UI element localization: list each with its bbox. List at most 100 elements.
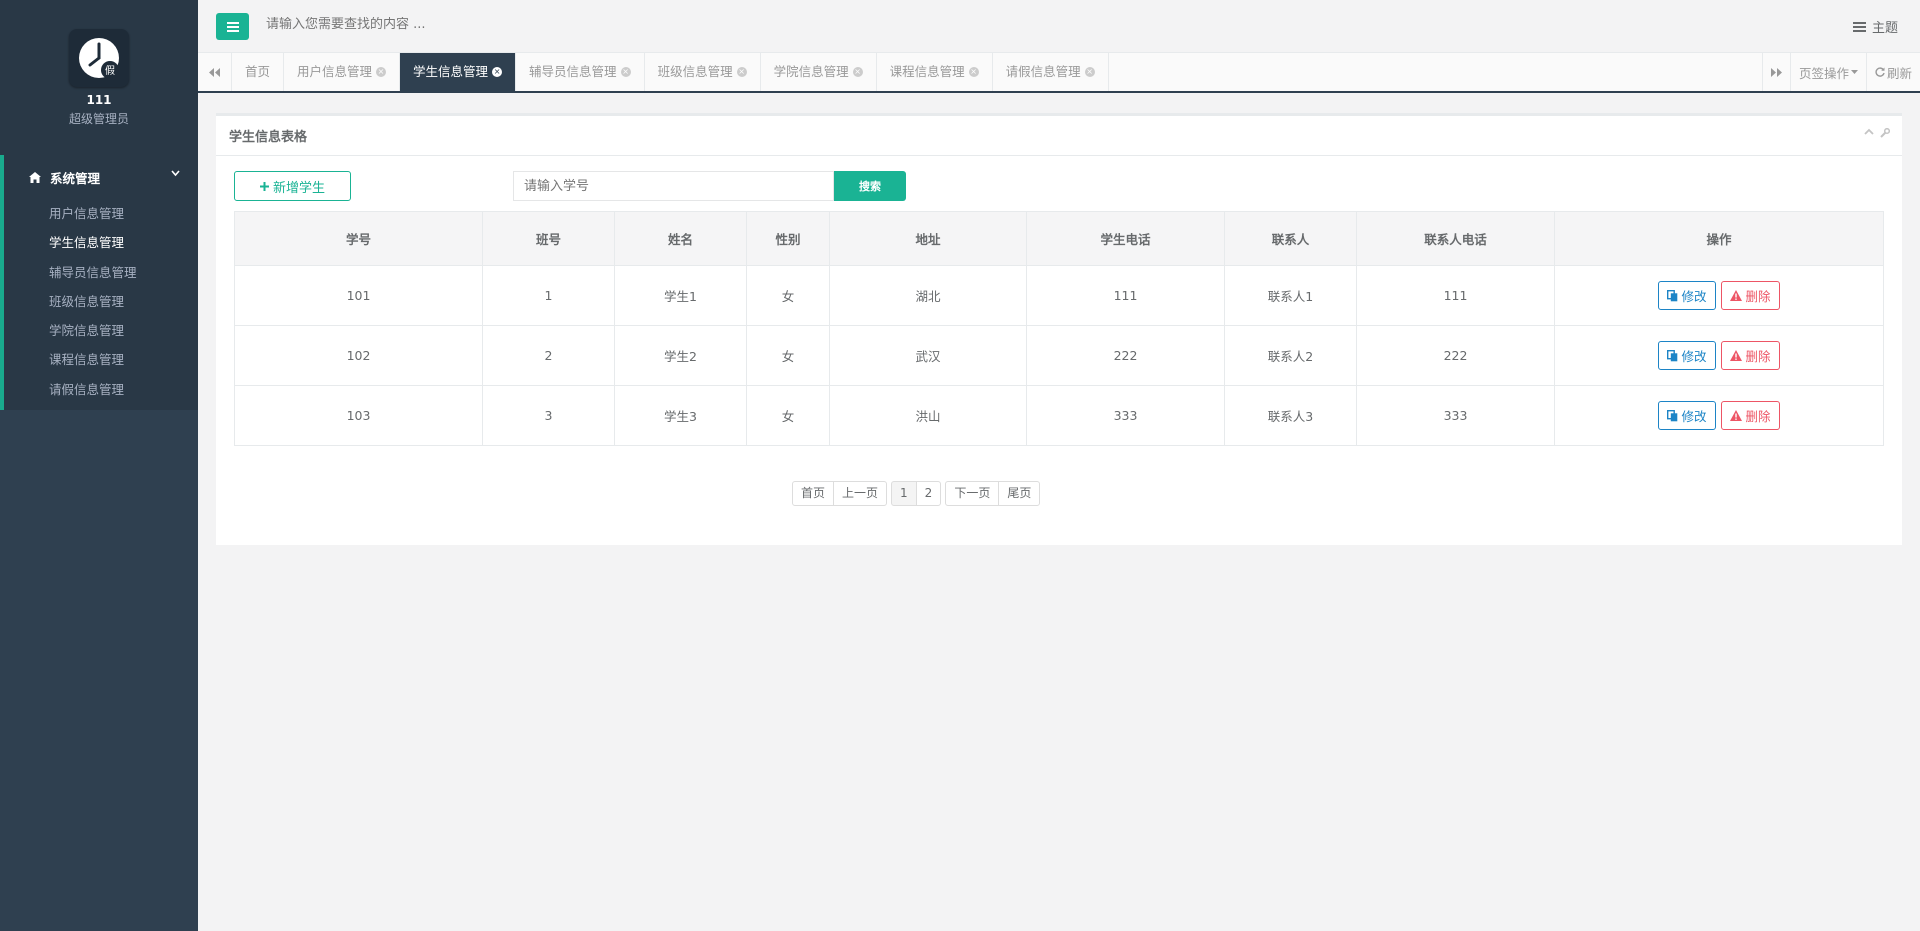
edit-button[interactable]: 修改: [1658, 281, 1716, 310]
copy-icon: [1667, 349, 1678, 361]
tab-leave-info[interactable]: 请假信息管理 ×: [993, 53, 1109, 91]
close-icon[interactable]: ×: [620, 67, 631, 77]
search-button[interactable]: 搜索: [834, 171, 906, 201]
cell-name: 学生1: [614, 265, 747, 326]
logo-glyph: 假: [105, 64, 115, 77]
close-icon[interactable]: ×: [376, 67, 387, 77]
student-table: 学号 班号 姓名 性别 地址 学生电话 联系人 联系人电话 操作 101 1 学…: [234, 211, 1884, 446]
close-icon[interactable]: ×: [1084, 67, 1095, 77]
delete-button[interactable]: 删除: [1721, 281, 1780, 310]
table-header-row: 学号 班号 姓名 性别 地址 学生电话 联系人 联系人电话 操作: [234, 211, 1884, 266]
cell-contact: 联系人1: [1224, 265, 1357, 326]
cell-gender: 女: [746, 325, 830, 386]
cell-address: 武汉: [829, 325, 1027, 386]
tab-label: 首页: [245, 64, 271, 79]
menu-toggle-button[interactable]: [216, 13, 249, 40]
col-contact: 联系人: [1224, 211, 1357, 266]
sidebar-item-college-info[interactable]: 学院信息管理: [4, 316, 198, 345]
delete-button[interactable]: 删除: [1721, 401, 1780, 430]
app-logo[interactable]: 假: [69, 29, 129, 87]
double-chevron-right-icon: [1770, 67, 1782, 77]
home-icon: [29, 171, 41, 183]
refresh-label: 刷新: [1886, 65, 1912, 81]
top-bar: 主题: [198, 0, 1920, 53]
col-class-id: 班号: [482, 211, 615, 266]
warning-icon: [1730, 290, 1743, 301]
refresh-button[interactable]: 刷新: [1865, 53, 1920, 91]
close-icon[interactable]: ×: [736, 67, 747, 77]
tab-course-info[interactable]: 课程信息管理 ×: [877, 53, 993, 91]
tab-class-info[interactable]: 班级信息管理 ×: [645, 53, 761, 91]
page-ops-dropdown[interactable]: 页签操作: [1789, 53, 1866, 91]
nav-submenu: 用户信息管理 学生信息管理 辅导员信息管理 班级信息管理 学院信息管理 课程信息…: [0, 199, 198, 411]
tabs-scroll-right-button[interactable]: [1761, 53, 1790, 91]
edit-button[interactable]: 修改: [1658, 341, 1716, 370]
col-student-id: 学号: [234, 211, 483, 266]
nav-group-system[interactable]: 系统管理: [0, 155, 198, 199]
tab-label: 学院信息管理: [773, 64, 849, 79]
sidebar-item-class-info[interactable]: 班级信息管理: [4, 287, 198, 316]
cell-address: 洪山: [829, 385, 1027, 446]
page-ops-label: 页签操作: [1798, 65, 1849, 81]
plus-icon: [259, 181, 269, 191]
col-student-phone: 学生电话: [1026, 211, 1225, 266]
global-search-input[interactable]: [266, 17, 666, 32]
cell-address: 湖北: [829, 265, 1027, 326]
copy-icon: [1667, 289, 1678, 301]
tabs-scroll-left-button[interactable]: [198, 53, 232, 91]
cell-contact-phone: 333: [1356, 385, 1555, 446]
add-student-button[interactable]: 新增学生: [234, 171, 351, 201]
cell-contact-phone: 111: [1356, 265, 1555, 326]
student-panel: 学生信息表格 新增学生 搜索 学号 班号 姓名 性别 地址 学生电话 联系人 联…: [216, 113, 1902, 545]
delete-label: 删除: [1745, 409, 1771, 424]
clock-icon: 假: [79, 38, 119, 79]
close-icon[interactable]: ×: [968, 67, 979, 77]
sidebar-item-student-info[interactable]: 学生信息管理: [4, 228, 198, 257]
tabs-bar: 首页 用户信息管理 × 学生信息管理 × 辅导员信息管理 × 班级信息管理 × 学院信息…: [198, 53, 1920, 93]
page-first[interactable]: 首页: [792, 481, 835, 506]
cell-name: 学生2: [614, 325, 747, 386]
page-1[interactable]: 1: [891, 481, 917, 506]
panel-title: 学生信息表格: [229, 130, 308, 145]
tab-home[interactable]: 首页: [232, 53, 285, 91]
student-id-search-input[interactable]: [513, 171, 834, 201]
cell-student-phone: 222: [1026, 325, 1225, 386]
tab-student-info[interactable]: 学生信息管理 ×: [400, 53, 517, 91]
cell-gender: 女: [746, 385, 830, 446]
col-name: 姓名: [614, 211, 747, 266]
double-chevron-left-icon: [209, 67, 220, 77]
cell-actions: 修改 删除: [1554, 265, 1884, 326]
col-contact-phone: 联系人电话: [1356, 211, 1555, 266]
tabs: 首页 用户信息管理 × 学生信息管理 × 辅导员信息管理 × 班级信息管理 × 学院信息…: [232, 53, 1109, 91]
tab-college-info[interactable]: 学院信息管理 ×: [761, 53, 877, 91]
user-name[interactable]: 111: [0, 93, 198, 107]
sidebar-item-leave-info[interactable]: 请假信息管理: [4, 375, 198, 404]
panel-header: 学生信息表格: [216, 116, 1902, 156]
edit-label: 修改: [1681, 349, 1707, 364]
collapse-icon[interactable]: [1864, 128, 1874, 135]
col-actions: 操作: [1554, 211, 1884, 266]
page-2[interactable]: 2: [915, 481, 942, 506]
wrench-icon[interactable]: [1880, 128, 1890, 138]
pagination: 首页 上一页 1 2 下一页 尾页: [792, 481, 1041, 506]
close-icon[interactable]: ×: [852, 67, 863, 77]
edit-button[interactable]: 修改: [1658, 401, 1716, 430]
sidebar-item-user-info[interactable]: 用户信息管理: [4, 199, 198, 228]
add-student-label: 新增学生: [272, 180, 325, 196]
user-role: 超级管理员: [68, 112, 129, 126]
page-last[interactable]: 尾页: [998, 481, 1041, 506]
delete-button[interactable]: 删除: [1721, 341, 1780, 370]
tab-label: 学生信息管理: [413, 64, 489, 79]
tab-label: 辅导员信息管理: [529, 64, 617, 79]
table-toolbar: 新增学生 搜索: [234, 171, 1884, 203]
sidebar-item-course-info[interactable]: 课程信息管理: [4, 345, 198, 374]
cell-actions: 修改 删除: [1554, 385, 1884, 446]
close-icon[interactable]: ×: [492, 67, 503, 77]
tab-counselor-info[interactable]: 辅导员信息管理 ×: [516, 53, 645, 91]
theme-button[interactable]: 主题: [1852, 17, 1898, 36]
cell-student-id: 102: [234, 325, 483, 386]
page-next[interactable]: 下一页: [945, 481, 1000, 506]
tab-user-info[interactable]: 用户信息管理 ×: [284, 53, 401, 91]
page-prev[interactable]: 上一页: [833, 481, 888, 506]
sidebar-item-counselor-info[interactable]: 辅导员信息管理: [4, 258, 198, 287]
